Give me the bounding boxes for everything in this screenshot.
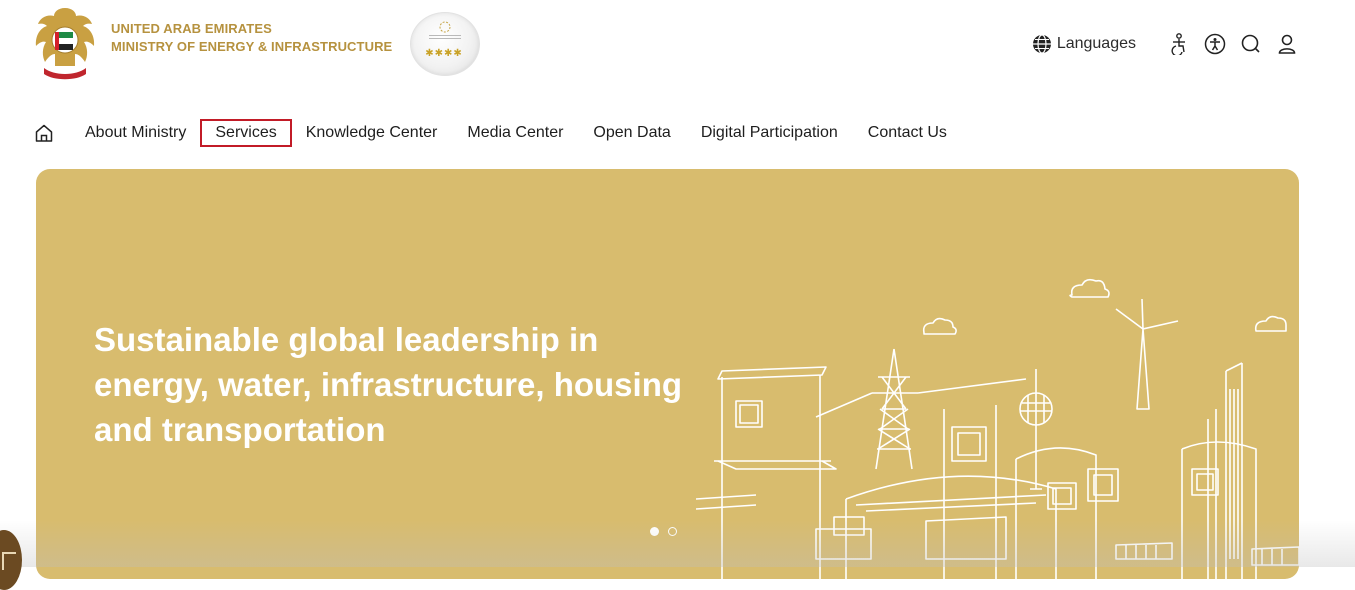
uae-emblem-icon[interactable]: [32, 4, 98, 82]
nav-services[interactable]: Services: [200, 119, 292, 147]
nav-media-center[interactable]: Media Center: [467, 124, 563, 142]
accessibility-person-icon[interactable]: [1168, 33, 1190, 55]
cloud-icon: [1254, 315, 1287, 332]
organization-name[interactable]: UNITED ARAB EMIRATES MINISTRY OF ENERGY …: [111, 20, 392, 56]
nav-about-ministry[interactable]: About Ministry: [85, 124, 186, 142]
user-icon[interactable]: [1276, 33, 1298, 55]
hero-title-line-1: Sustainable global leadership in: [94, 321, 599, 358]
nav-contact-us[interactable]: Contact Us: [868, 124, 947, 142]
nav-open-data[interactable]: Open Data: [593, 124, 670, 142]
main-navigation: About Ministry Services Knowledge Center…: [34, 118, 977, 148]
languages-label: Languages: [1056, 35, 1136, 52]
org-line-1: UNITED ARAB EMIRATES: [111, 21, 272, 36]
site-header: UNITED ARAB EMIRATES MINISTRY OF ENERGY …: [0, 0, 1355, 90]
globe-icon: [1032, 34, 1051, 54]
hero-banner: Sustainable global leadership in energy,…: [36, 169, 1299, 579]
nav-digital-participation[interactable]: Digital Participation: [701, 124, 838, 142]
hero-title-line-2: energy, water, infrastructure, housing: [94, 366, 683, 403]
accessibility-icon[interactable]: [1204, 33, 1226, 55]
hero-title: Sustainable global leadership in energy,…: [94, 317, 734, 452]
header-tools: Languages: [1032, 30, 1298, 58]
home-icon[interactable]: [34, 123, 54, 143]
cloud-icon: [1069, 278, 1110, 298]
search-icon[interactable]: [1240, 33, 1262, 55]
side-widget-icon: [2, 552, 16, 570]
nav-knowledge-center[interactable]: Knowledge Center: [306, 124, 438, 142]
award-badge-icon: ✱✱✱✱: [410, 12, 480, 76]
languages-button[interactable]: Languages: [1032, 34, 1136, 54]
bottom-fade: [0, 520, 1355, 567]
org-line-2: MINISTRY OF ENERGY & INFRASTRUCTURE: [111, 39, 393, 54]
cloud-icon: [922, 317, 957, 335]
hero-title-line-3: and transportation: [94, 411, 386, 448]
